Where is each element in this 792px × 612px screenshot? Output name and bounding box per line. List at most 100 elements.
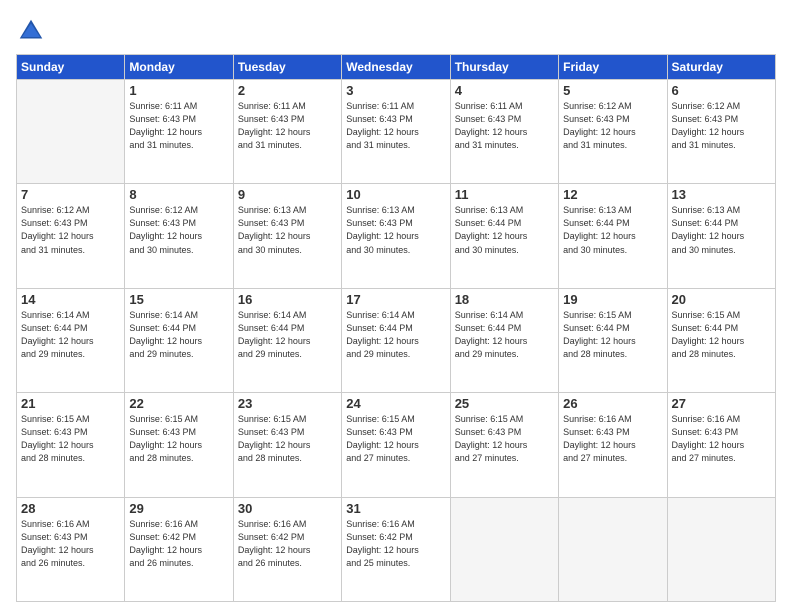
calendar-cell: 27 Sunrise: 6:16 AM Sunset: 6:43 PM Dayli… <box>667 393 775 497</box>
day-number: 30 <box>238 501 337 516</box>
day-info: Sunrise: 6:15 AM Sunset: 6:43 PM Dayligh… <box>346 413 445 465</box>
day-info: Sunrise: 6:11 AM Sunset: 6:43 PM Dayligh… <box>238 100 337 152</box>
calendar-cell: 31 Sunrise: 6:16 AM Sunset: 6:42 PM Dayli… <box>342 497 450 601</box>
calendar-cell: 11 Sunrise: 6:13 AM Sunset: 6:44 PM Dayli… <box>450 184 558 288</box>
calendar-cell <box>559 497 667 601</box>
calendar-cell <box>17 80 125 184</box>
day-info: Sunrise: 6:16 AM Sunset: 6:42 PM Dayligh… <box>129 518 228 570</box>
calendar-cell <box>450 497 558 601</box>
calendar-cell: 18 Sunrise: 6:14 AM Sunset: 6:44 PM Dayli… <box>450 288 558 392</box>
calendar-header-row: SundayMondayTuesdayWednesdayThursdayFrid… <box>17 55 776 80</box>
calendar-header-monday: Monday <box>125 55 233 80</box>
day-number: 20 <box>672 292 771 307</box>
calendar-cell <box>667 497 775 601</box>
calendar-cell: 17 Sunrise: 6:14 AM Sunset: 6:44 PM Dayli… <box>342 288 450 392</box>
calendar-cell: 9Sunrise: 6:13 AM Sunset: 6:43 PM Daylig… <box>233 184 341 288</box>
day-number: 5 <box>563 83 662 98</box>
calendar-table: SundayMondayTuesdayWednesdayThursdayFrid… <box>16 54 776 602</box>
calendar-cell: 15Sunrise: 6:14 AM Sunset: 6:44 PM Dayli… <box>125 288 233 392</box>
day-info: Sunrise: 6:11 AM Sunset: 6:43 PM Dayligh… <box>455 100 554 152</box>
day-info: Sunrise: 6:14 AM Sunset: 6:44 PM Dayligh… <box>129 309 228 361</box>
day-number: 13 <box>672 187 771 202</box>
day-number: 11 <box>455 187 554 202</box>
calendar-header-saturday: Saturday <box>667 55 775 80</box>
day-number: 21 <box>21 396 120 411</box>
day-info: Sunrise: 6:14 AM Sunset: 6:44 PM Dayligh… <box>238 309 337 361</box>
day-info: Sunrise: 6:15 AM Sunset: 6:44 PM Dayligh… <box>672 309 771 361</box>
day-info: Sunrise: 6:15 AM Sunset: 6:44 PM Dayligh… <box>563 309 662 361</box>
calendar-header-sunday: Sunday <box>17 55 125 80</box>
page: SundayMondayTuesdayWednesdayThursdayFrid… <box>0 0 792 612</box>
day-info: Sunrise: 6:14 AM Sunset: 6:44 PM Dayligh… <box>21 309 120 361</box>
calendar-cell: 4 Sunrise: 6:11 AM Sunset: 6:43 PM Daylig… <box>450 80 558 184</box>
day-info: Sunrise: 6:16 AM Sunset: 6:42 PM Dayligh… <box>238 518 337 570</box>
calendar-cell: 8Sunrise: 6:12 AM Sunset: 6:43 PM Daylig… <box>125 184 233 288</box>
day-number: 6 <box>672 83 771 98</box>
logo-icon <box>16 16 46 46</box>
day-number: 25 <box>455 396 554 411</box>
calendar-cell: 29 Sunrise: 6:16 AM Sunset: 6:42 PM Dayli… <box>125 497 233 601</box>
calendar-cell: 13 Sunrise: 6:13 AM Sunset: 6:44 PM Dayli… <box>667 184 775 288</box>
day-info: Sunrise: 6:15 AM Sunset: 6:43 PM Dayligh… <box>21 413 120 465</box>
calendar-cell: 25 Sunrise: 6:15 AM Sunset: 6:43 PM Dayli… <box>450 393 558 497</box>
day-number: 14 <box>21 292 120 307</box>
calendar-cell: 24 Sunrise: 6:15 AM Sunset: 6:43 PM Dayli… <box>342 393 450 497</box>
calendar-cell: 22 Sunrise: 6:15 AM Sunset: 6:43 PM Dayli… <box>125 393 233 497</box>
day-info: Sunrise: 6:13 AM Sunset: 6:44 PM Dayligh… <box>455 204 554 256</box>
day-number: 16 <box>238 292 337 307</box>
day-info: Sunrise: 6:12 AM Sunset: 6:43 PM Dayligh… <box>563 100 662 152</box>
calendar-cell: 30 Sunrise: 6:16 AM Sunset: 6:42 PM Dayli… <box>233 497 341 601</box>
day-info: Sunrise: 6:13 AM Sunset: 6:44 PM Dayligh… <box>672 204 771 256</box>
calendar-cell: 19 Sunrise: 6:15 AM Sunset: 6:44 PM Dayli… <box>559 288 667 392</box>
day-info: Sunrise: 6:15 AM Sunset: 6:43 PM Dayligh… <box>455 413 554 465</box>
day-info: Sunrise: 6:12 AM Sunset: 6:43 PM Dayligh… <box>672 100 771 152</box>
day-number: 22 <box>129 396 228 411</box>
calendar-cell: 5 Sunrise: 6:12 AM Sunset: 6:43 PM Daylig… <box>559 80 667 184</box>
calendar-header-wednesday: Wednesday <box>342 55 450 80</box>
day-info: Sunrise: 6:15 AM Sunset: 6:43 PM Dayligh… <box>238 413 337 465</box>
calendar-cell: 14 Sunrise: 6:14 AM Sunset: 6:44 PM Dayli… <box>17 288 125 392</box>
calendar-cell: 26 Sunrise: 6:16 AM Sunset: 6:43 PM Dayli… <box>559 393 667 497</box>
day-info: Sunrise: 6:15 AM Sunset: 6:43 PM Dayligh… <box>129 413 228 465</box>
calendar-week-3: 21 Sunrise: 6:15 AM Sunset: 6:43 PM Dayli… <box>17 393 776 497</box>
day-info: Sunrise: 6:11 AM Sunset: 6:43 PM Dayligh… <box>129 100 228 152</box>
day-number: 31 <box>346 501 445 516</box>
day-number: 18 <box>455 292 554 307</box>
day-number: 17 <box>346 292 445 307</box>
day-number: 9 <box>238 187 337 202</box>
day-info: Sunrise: 6:12 AM Sunset: 6:43 PM Dayligh… <box>21 204 120 256</box>
day-info: Sunrise: 6:14 AM Sunset: 6:44 PM Dayligh… <box>346 309 445 361</box>
calendar-week-0: 1Sunrise: 6:11 AM Sunset: 6:43 PM Daylig… <box>17 80 776 184</box>
calendar-cell: 3 Sunrise: 6:11 AM Sunset: 6:43 PM Daylig… <box>342 80 450 184</box>
calendar-cell: 21 Sunrise: 6:15 AM Sunset: 6:43 PM Dayli… <box>17 393 125 497</box>
calendar-cell: 2 Sunrise: 6:11 AM Sunset: 6:43 PM Daylig… <box>233 80 341 184</box>
day-number: 2 <box>238 83 337 98</box>
day-info: Sunrise: 6:11 AM Sunset: 6:43 PM Dayligh… <box>346 100 445 152</box>
day-number: 4 <box>455 83 554 98</box>
header <box>16 16 776 46</box>
day-number: 29 <box>129 501 228 516</box>
day-number: 23 <box>238 396 337 411</box>
day-number: 8 <box>129 187 228 202</box>
calendar-cell: 23 Sunrise: 6:15 AM Sunset: 6:43 PM Dayli… <box>233 393 341 497</box>
day-info: Sunrise: 6:16 AM Sunset: 6:42 PM Dayligh… <box>346 518 445 570</box>
calendar-cell: 20 Sunrise: 6:15 AM Sunset: 6:44 PM Dayli… <box>667 288 775 392</box>
day-number: 19 <box>563 292 662 307</box>
day-number: 28 <box>21 501 120 516</box>
day-number: 27 <box>672 396 771 411</box>
calendar-header-friday: Friday <box>559 55 667 80</box>
calendar-header-thursday: Thursday <box>450 55 558 80</box>
day-number: 26 <box>563 396 662 411</box>
day-info: Sunrise: 6:14 AM Sunset: 6:44 PM Dayligh… <box>455 309 554 361</box>
day-info: Sunrise: 6:16 AM Sunset: 6:43 PM Dayligh… <box>563 413 662 465</box>
calendar-cell: 1Sunrise: 6:11 AM Sunset: 6:43 PM Daylig… <box>125 80 233 184</box>
calendar-week-1: 7 Sunrise: 6:12 AM Sunset: 6:43 PM Daylig… <box>17 184 776 288</box>
day-number: 24 <box>346 396 445 411</box>
day-number: 3 <box>346 83 445 98</box>
day-number: 7 <box>21 187 120 202</box>
calendar-cell: 28 Sunrise: 6:16 AM Sunset: 6:43 PM Dayli… <box>17 497 125 601</box>
day-info: Sunrise: 6:16 AM Sunset: 6:43 PM Dayligh… <box>21 518 120 570</box>
day-info: Sunrise: 6:16 AM Sunset: 6:43 PM Dayligh… <box>672 413 771 465</box>
calendar-header-tuesday: Tuesday <box>233 55 341 80</box>
calendar-cell: 10Sunrise: 6:13 AM Sunset: 6:43 PM Dayli… <box>342 184 450 288</box>
